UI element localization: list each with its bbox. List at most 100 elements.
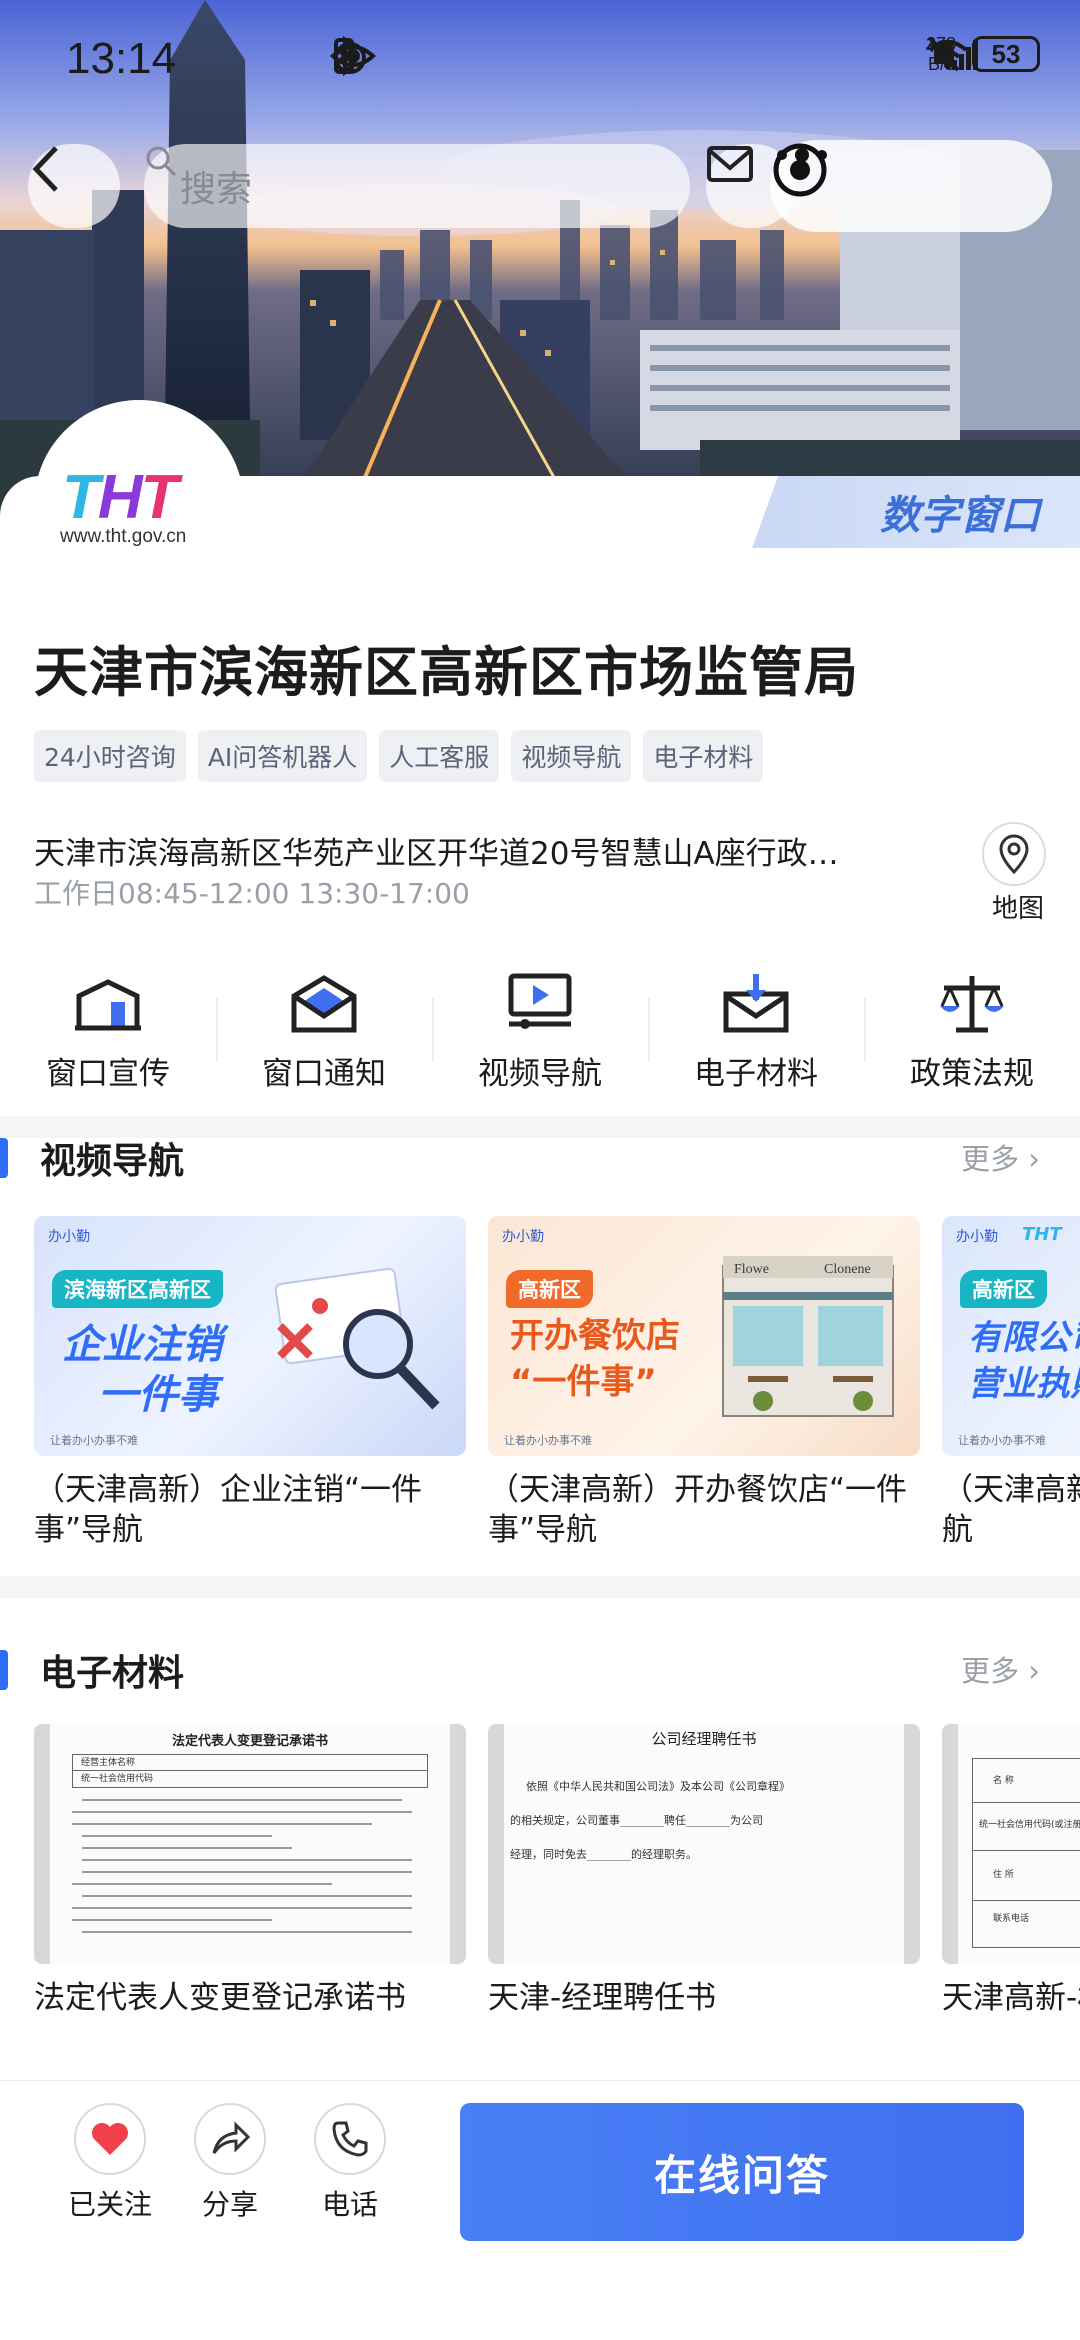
- heart-icon: [92, 2123, 128, 2155]
- follow-label: 已关注: [67, 2188, 152, 2221]
- policy-scale-icon: [940, 976, 1004, 1033]
- phone-label: 电话: [321, 2188, 378, 2221]
- map-label[interactable]: 地图: [992, 888, 1044, 925]
- mail-icon: [707, 146, 753, 182]
- service-tag: 24小时咨询: [34, 730, 186, 782]
- video-card[interactable]: 办小勤 高新区 开办餐饮店 “一件事” Flowe Clonene 让着办小办事…: [488, 1216, 920, 1550]
- battery-indicator: 53: [972, 36, 1040, 72]
- video-footer: 让着办小办事不难: [504, 1434, 592, 1447]
- video-caption: （天津高新）企业注销“一件事”导航: [34, 1472, 423, 1548]
- document-table: 名 称 统一社会信用代码(或注册号) 住 所 联系电话: [972, 1758, 1080, 1948]
- office-hours: 工作日08:45-12:00 13:30-17:00: [34, 877, 470, 910]
- video-thumbnail: 办小勤 THT 高新区 有限公司 营业执照 让着办小办事不难: [942, 1216, 1080, 1456]
- document-thumbnail: 法定代表人变更登记承诺书 经营主体名称 统一社会信用代码: [34, 1724, 466, 1964]
- video-carousel[interactable]: 办小勤 滨海新区高新区 企业注销 一件事 让着办小办事不难 （天津高新）企业注销…: [34, 1216, 1080, 1550]
- video-caption: （天津高新）开办餐饮店“一件事”导航: [488, 1472, 908, 1548]
- quick-action-label: 视频导航: [478, 1056, 602, 1092]
- online-qa-button[interactable]: 在线问答: [460, 2103, 1024, 2241]
- document-text-lines: [72, 1799, 412, 1933]
- material-card[interactable]: 公司经理聘任书 依照《中华人民共和国公司法》及本公司《公司章程》 的相关规定，公…: [488, 1724, 920, 2018]
- service-tag: AI问答机器人: [197, 730, 368, 782]
- phone-button[interactable]: 电话: [300, 2103, 400, 2223]
- bottom-action-bar: 已关注 分享 电话 在线问答: [0, 2080, 1080, 2340]
- status-right-icons: 278 B/s 4G 4G 53: [926, 34, 1040, 74]
- e-materials-icon: [723, 974, 789, 1033]
- quick-actions-row: 窗口宣传 窗口通知 视频导航 电子材料 政策法规: [0, 964, 1080, 1094]
- quick-action-e-materials[interactable]: 电子材料: [648, 964, 864, 1094]
- document-page: 公司经理聘任书 依照《中华人民共和国公司法》及本公司《公司章程》 的相关规定，公…: [504, 1724, 904, 1964]
- materials-more-link[interactable]: 更多 ›: [961, 1648, 1040, 1690]
- document-line: 依照《中华人民共和国公司法》及本公司《公司章程》: [526, 1780, 790, 1793]
- video-more-link[interactable]: 更多 ›: [961, 1136, 1040, 1178]
- document-page: 公 名 称 统一社会信用代码(或注册号) 住 所 联系电话: [958, 1724, 1080, 1964]
- video-card[interactable]: 办小勤 滨海新区高新区 企业注销 一件事 让着办小办事不难 （天津高新）企业注销…: [34, 1216, 466, 1550]
- follow-circle: [74, 2103, 146, 2175]
- video-headline: 营业执照: [968, 1364, 1080, 1404]
- video-footer: 让着办小办事不难: [958, 1434, 1046, 1447]
- video-headline: 开办餐饮店: [510, 1316, 680, 1356]
- document-thumbnail: 公司经理聘任书 依照《中华人民共和国公司法》及本公司《公司章程》 的相关规定，公…: [488, 1724, 920, 1964]
- search-input[interactable]: 搜索: [144, 144, 690, 228]
- video-headline: 一件事: [98, 1372, 218, 1418]
- more-label: 更多: [961, 1654, 1020, 1688]
- document-title: 公司经理聘任书: [651, 1730, 757, 1748]
- material-card[interactable]: 法定代表人变更登记承诺书 经营主体名称 统一社会信用代码 法定代表人变更登记承诺…: [34, 1724, 466, 2018]
- back-button[interactable]: [28, 144, 120, 228]
- quick-action-label: 窗口通知: [262, 1056, 386, 1092]
- follow-button[interactable]: 已关注: [60, 2103, 160, 2223]
- search-placeholder: 搜索: [180, 169, 253, 210]
- brand-label: 办小勤: [502, 1229, 544, 1245]
- video-badge: 滨海新区高新区: [52, 1270, 223, 1308]
- quick-action-video-nav[interactable]: 视频导航: [432, 964, 648, 1094]
- logo-letter-h: H: [97, 463, 143, 532]
- window-promo-icon: [75, 979, 141, 1031]
- document-row: 统一社会信用代码: [81, 1774, 154, 1784]
- more-label: 更多: [961, 1142, 1020, 1176]
- document-table: 经营主体名称 统一社会信用代码: [72, 1754, 428, 1788]
- org-title: 天津市滨海新区高新区市场监管局: [34, 641, 859, 704]
- material-caption: 天津高新-材料包2: [942, 1980, 1080, 2016]
- document-line: 的相关规定，公司董事________聘任________为公司: [510, 1814, 763, 1827]
- map-button[interactable]: [982, 822, 1046, 886]
- document-title: 公: [958, 1728, 1080, 1749]
- share-label: 分享: [201, 2188, 258, 2221]
- document-row: 统一社会信用代码(或注册号): [973, 1803, 1080, 1851]
- video-badge: 高新区: [506, 1270, 593, 1308]
- document-row: 经营主体名称: [73, 1755, 427, 1771]
- share-button[interactable]: 分享: [180, 2103, 280, 2223]
- org-logo-url: www.tht.gov.cn: [60, 526, 187, 547]
- logo-letter-t: T: [62, 463, 100, 532]
- signal-4g-icon: 4G: [926, 39, 978, 70]
- close-target-icon[interactable]: [770, 140, 830, 200]
- materials-carousel[interactable]: 法定代表人变更登记承诺书 经营主体名称 统一社会信用代码 法定代表人变更登记承诺…: [34, 1724, 1080, 2018]
- document-page: 法定代表人变更登记承诺书 经营主体名称 统一社会信用代码: [50, 1724, 450, 1964]
- quick-action-policy[interactable]: 政策法规: [864, 964, 1080, 1094]
- material-card[interactable]: 公 名 称 统一社会信用代码(或注册号) 住 所 联系电话 天津高新-材料包2: [942, 1724, 1080, 2018]
- window-notice-icon: [291, 975, 357, 1033]
- video-headline: 有限公司: [968, 1318, 1080, 1358]
- quick-action-window-promo[interactable]: 窗口宣传: [0, 964, 216, 1094]
- service-tag: 视频导航: [511, 730, 632, 782]
- document-thumbnail: 公 名 称 统一社会信用代码(或注册号) 住 所 联系电话: [942, 1724, 1080, 1964]
- org-address[interactable]: 天津市滨海高新区华苑产业区开华道20号智慧山A座行政…: [34, 828, 914, 873]
- brand-label: 办小勤: [956, 1229, 998, 1245]
- svg-text:4G: 4G: [926, 39, 947, 56]
- online-qa-label: 在线问答: [653, 2150, 830, 2200]
- video-badge: 高新区: [960, 1270, 1047, 1308]
- top-nav-bar: 搜索: [0, 140, 1080, 236]
- video-card[interactable]: 办小勤 THT 高新区 有限公司 营业执照 让着办小办事不难 （天津高新）营业执…: [942, 1216, 1080, 1550]
- video-headline: “一件事”: [510, 1362, 657, 1402]
- search-icon: [146, 146, 177, 177]
- quick-action-window-notice[interactable]: 窗口通知: [216, 964, 432, 1094]
- phone-icon: [332, 2121, 368, 2157]
- document-line: 经理，同时免去________的经理职务。: [510, 1848, 697, 1861]
- video-thumbnail: 办小勤 滨海新区高新区 企业注销 一件事 让着办小办事不难: [34, 1216, 466, 1456]
- chevron-right-icon: ›: [1028, 1654, 1040, 1688]
- status-bar: 13:14 278 B/s 4G 4G 53: [0, 0, 1080, 120]
- service-tag: 人工客服: [379, 730, 500, 782]
- section-divider: [0, 1576, 1080, 1598]
- video-thumbnail: 办小勤 高新区 开办餐饮店 “一件事” Flowe Clonene 让着办小办事…: [488, 1216, 920, 1456]
- share-icon: [212, 2121, 250, 2154]
- location-pin-icon: [999, 834, 1029, 874]
- phone-circle: [314, 2103, 386, 2175]
